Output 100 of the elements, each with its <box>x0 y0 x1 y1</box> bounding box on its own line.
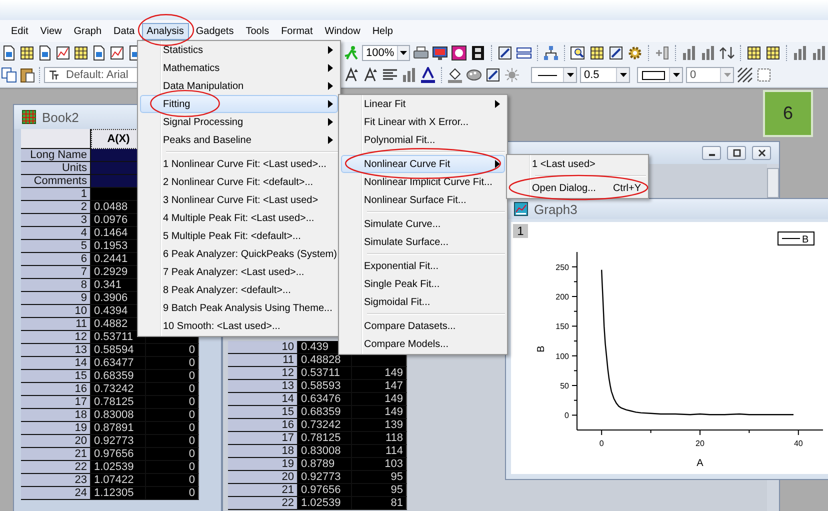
line-style-dropdown[interactable] <box>531 67 577 83</box>
menu-item[interactable]: Linear Fit <box>341 95 505 113</box>
menu-item[interactable]: Gadgets <box>190 22 239 40</box>
table-icon[interactable] <box>19 44 35 60</box>
bar-chart-icon[interactable] <box>401 67 417 83</box>
close-button[interactable] <box>752 146 771 160</box>
palette-icon[interactable] <box>466 67 482 83</box>
row-number: 11 <box>21 318 91 331</box>
diagram-icon[interactable] <box>543 44 559 60</box>
record-icon[interactable] <box>451 44 467 60</box>
menu-item[interactable]: Format <box>276 22 318 40</box>
magnifier-icon[interactable] <box>570 44 586 60</box>
corner-cell <box>21 129 91 149</box>
value-dropdown[interactable]: 0 <box>686 67 734 83</box>
menu-item[interactable]: Simulate Curve... <box>341 215 505 233</box>
table-cell: 0.68359 <box>91 370 146 383</box>
bar-chart-icon[interactable] <box>792 44 808 60</box>
table-cell: 1.07422 <box>91 474 146 487</box>
document-icon[interactable] <box>37 44 53 60</box>
table-cell: 0.63476 <box>298 393 352 406</box>
tick-label: 20 <box>696 439 704 448</box>
zoom-dropdown[interactable]: 100% <box>362 44 410 60</box>
menu-item[interactable]: Graph <box>68 22 107 40</box>
menu-item[interactable]: Analysis <box>142 22 189 40</box>
bar-chart-icon[interactable] <box>811 44 827 60</box>
hatch-icon[interactable] <box>737 67 753 83</box>
pen-icon[interactable] <box>497 44 513 60</box>
table-cell: 0 <box>146 344 199 357</box>
menu-item[interactable]: Fitting <box>140 95 338 113</box>
menu-item[interactable]: Sigmoidal Fit... <box>341 293 505 311</box>
menu-item[interactable]: Window <box>320 22 366 40</box>
monitor-icon[interactable] <box>432 44 448 60</box>
table-cell: 103 <box>352 458 407 471</box>
line-width-dropdown[interactable]: 0.5 <box>580 67 630 83</box>
row-number: 19 <box>228 458 298 471</box>
menu-item[interactable]: Nonlinear Implicit Curve Fit... <box>341 173 505 191</box>
menu-item[interactable]: Data <box>108 22 140 40</box>
dropdown-arrow-icon[interactable] <box>620 73 626 77</box>
menu-item[interactable]: Nonlinear Curve Fit <box>341 155 505 173</box>
row-number: 2 <box>21 201 91 214</box>
submenu-arrow-icon <box>328 136 333 144</box>
table-cell: 0.53711 <box>91 331 146 344</box>
menu-item[interactable]: Exponential Fit... <box>341 257 505 275</box>
menu-item[interactable]: Single Peak Fit... <box>341 275 505 293</box>
row-number: 19 <box>21 422 91 435</box>
menu-item[interactable]: Edit <box>6 22 34 40</box>
border-style-dropdown[interactable] <box>637 67 683 83</box>
menu-item[interactable]: 1 Nonlinear Curve Fit: <Last used>... <box>140 155 338 173</box>
menu-item[interactable]: Help <box>367 22 398 40</box>
menu-item[interactable]: Data Manipulation <box>140 77 338 95</box>
table-cell: 147 <box>352 380 407 393</box>
menu-item[interactable]: View <box>35 22 67 40</box>
pen-icon[interactable] <box>608 44 624 60</box>
document-icon[interactable] <box>1 44 17 60</box>
chart-icon[interactable] <box>55 44 71 60</box>
menu-item[interactable]: Fit Linear with X Error... <box>341 113 505 131</box>
menu-item[interactable]: Compare Datasets... <box>341 317 505 335</box>
clipboard-icon[interactable] <box>19 67 35 83</box>
table-icon[interactable] <box>746 44 762 60</box>
table-cell: 114 <box>352 445 407 458</box>
menu-item[interactable]: Mathematics <box>140 59 338 77</box>
printer-icon[interactable] <box>413 44 429 60</box>
font-dropdown[interactable]: Default: Arial <box>44 67 140 83</box>
border-icon[interactable] <box>756 67 772 83</box>
document-icon[interactable] <box>91 44 107 60</box>
plus-icon[interactable] <box>654 44 670 60</box>
lines-icon[interactable] <box>516 44 532 60</box>
table-icon[interactable] <box>589 44 605 60</box>
pen-icon[interactable] <box>485 67 501 83</box>
menu-item[interactable]: Polynomial Fit... <box>341 131 505 149</box>
resize-icon[interactable] <box>344 67 360 83</box>
film-icon[interactable] <box>470 44 486 60</box>
maximize-button[interactable] <box>727 146 746 160</box>
menu-item[interactable]: Simulate Surface... <box>341 233 505 251</box>
dropdown-arrow-icon[interactable] <box>566 73 574 77</box>
chart-icon[interactable] <box>109 44 125 60</box>
color-swatch-icon[interactable] <box>420 67 436 83</box>
minimize-button[interactable] <box>702 146 721 160</box>
table-icon[interactable] <box>765 44 781 60</box>
dropdown-arrow-icon[interactable] <box>672 73 680 77</box>
maximize-icon <box>732 149 742 157</box>
layer-tab[interactable]: 1 <box>513 224 528 238</box>
menu-item[interactable]: Statistics <box>140 41 338 59</box>
resize-icon[interactable] <box>363 67 379 83</box>
menu-item[interactable]: Nonlinear Surface Fit... <box>341 191 505 209</box>
row-number: 15 <box>21 370 91 383</box>
dropdown-arrow-icon[interactable] <box>400 50 408 54</box>
menu-item[interactable]: 2 Nonlinear Curve Fit: <default>... <box>140 173 338 191</box>
gear-icon[interactable] <box>627 44 643 60</box>
menu-item[interactable]: Tools <box>240 22 274 40</box>
menu-item[interactable]: 1 <Last used> <box>509 155 646 173</box>
bar-chart-icon[interactable] <box>681 44 697 60</box>
bar-chart-icon[interactable] <box>700 44 716 60</box>
paint-bucket-icon[interactable] <box>447 67 463 83</box>
scrollbar[interactable] <box>767 168 779 198</box>
row-number: 12 <box>21 331 91 344</box>
copy-icon[interactable] <box>1 67 17 83</box>
up-down-arrows-icon[interactable] <box>719 44 735 60</box>
menu-item[interactable]: Signal Processing <box>140 113 338 131</box>
table-icon[interactable] <box>73 44 89 60</box>
